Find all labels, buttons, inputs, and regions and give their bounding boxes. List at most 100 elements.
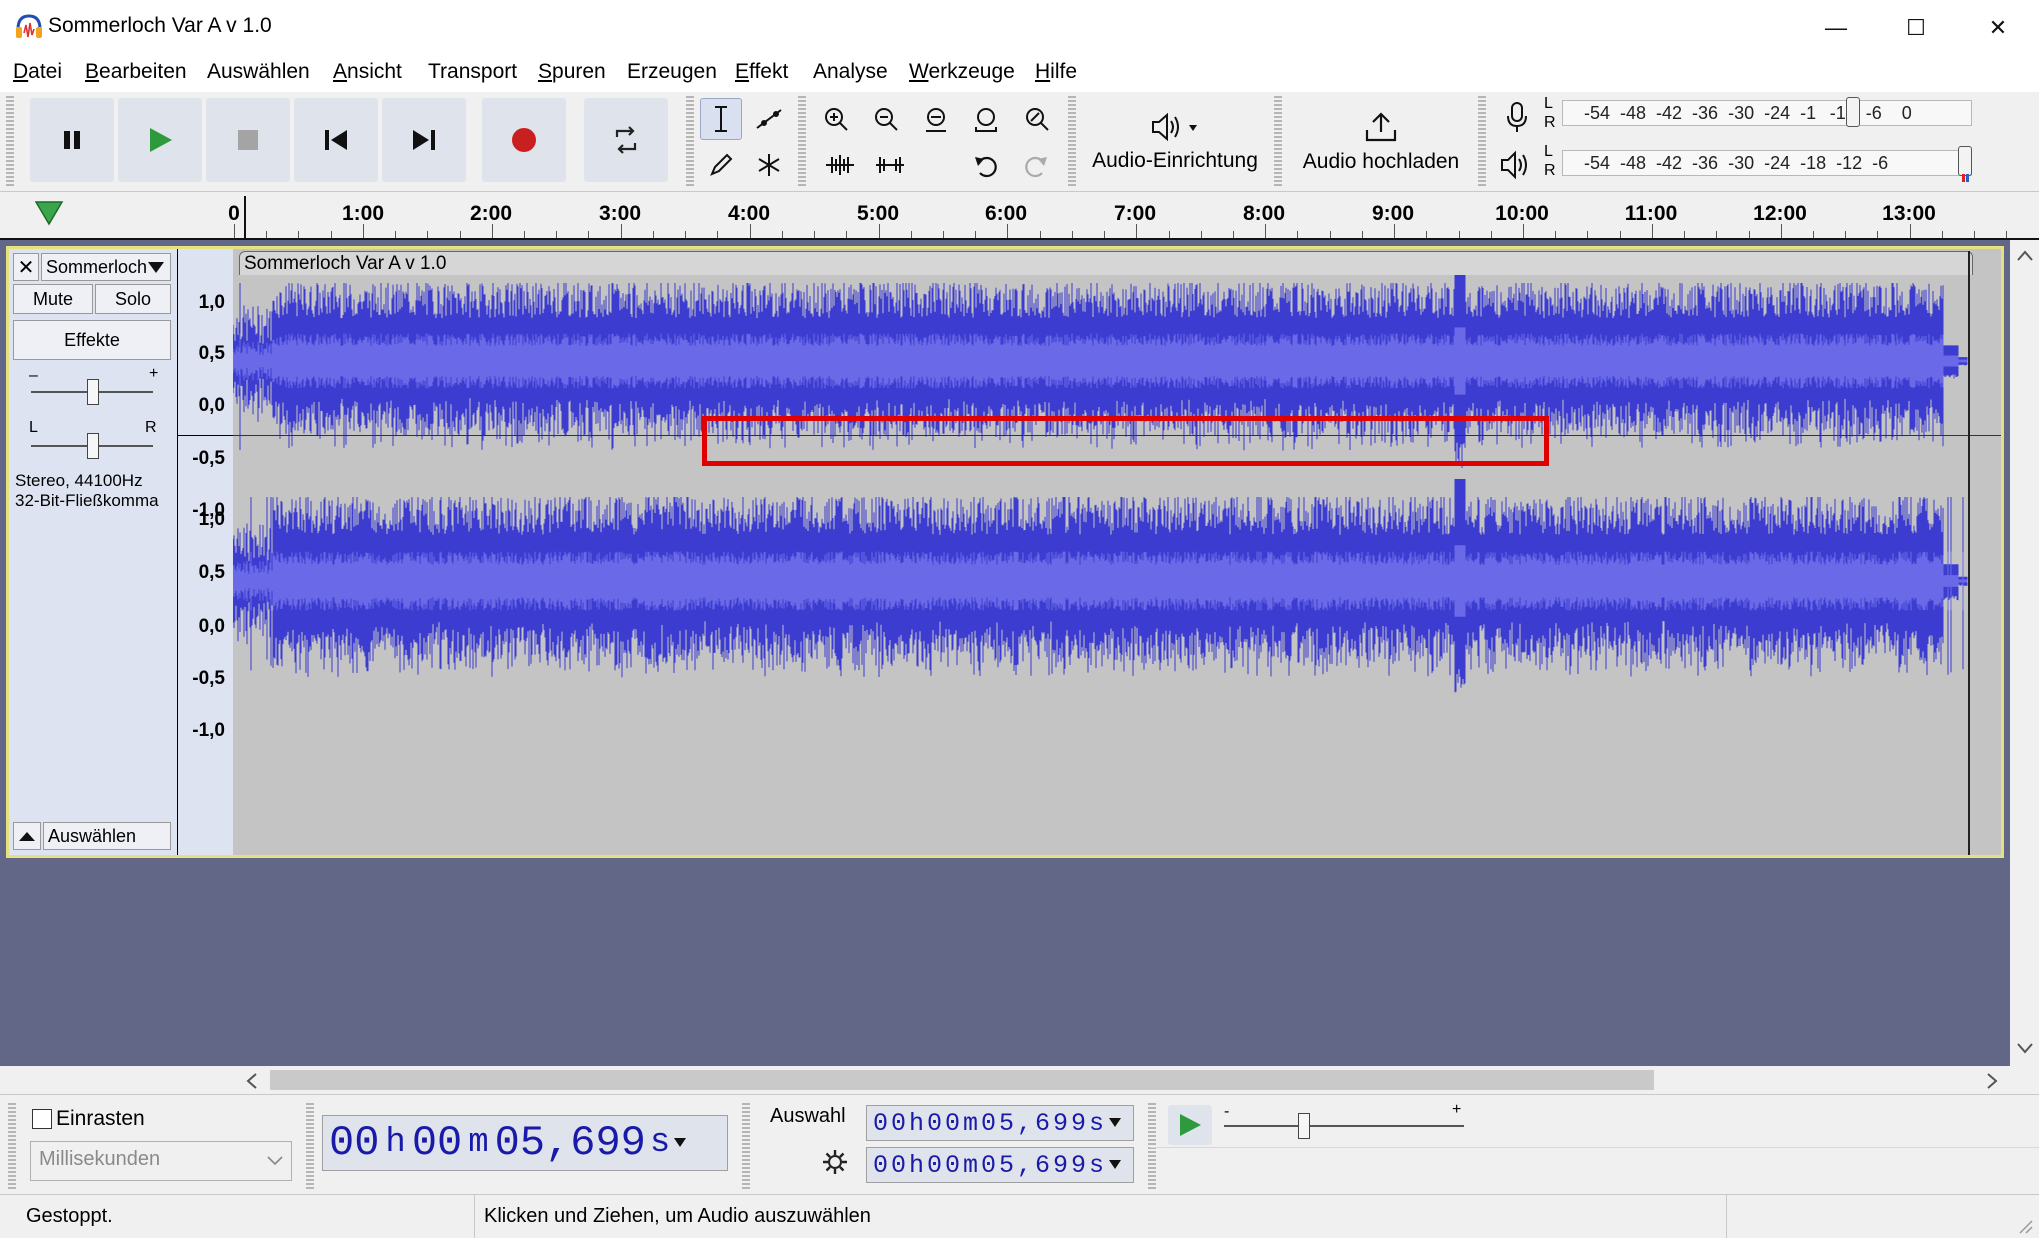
menu-effekt[interactable]: Effekt [735,60,788,84]
gain-slider[interactable] [87,379,99,405]
selection-end[interactable]: 00h00m05,699s [866,1147,1134,1183]
ruler-tick [1941,231,1943,238]
menu-werkzeuge[interactable]: Werkzeuge [909,60,1015,84]
menu-transport[interactable]: Transport [428,60,517,84]
track-area[interactable]: ✕ Sommerloch Mute Solo Effekte – + L R S… [0,240,2010,1066]
toolbar-grip[interactable] [8,1101,16,1189]
toolbar-grip[interactable] [1274,96,1282,186]
vertical-scrollbar[interactable] [2010,240,2039,1066]
playhead-marker [244,196,246,238]
toolbar-grip[interactable] [742,1101,750,1189]
toolbar-grip[interactable] [1068,96,1076,186]
play-at-speed-button[interactable] [1168,1105,1212,1145]
recording-level-slider[interactable] [1846,97,1860,127]
trim-button[interactable] [818,144,862,186]
collapse-track-button[interactable] [13,822,41,850]
record-icon [512,128,536,152]
menu-spuren[interactable]: Spuren [538,60,606,84]
solo-button[interactable]: Solo [95,284,171,314]
toolbar-grip[interactable] [1148,1101,1156,1189]
play-button[interactable] [118,98,202,182]
speed-slider[interactable] [1298,1113,1310,1139]
ruler-tick [588,231,590,238]
scroll-left-icon[interactable] [244,1072,258,1090]
play-icon [150,128,172,152]
effects-button[interactable]: Effekte [13,320,171,360]
toolbar-grip[interactable] [798,96,806,186]
zoom-toggle-button[interactable] [1014,98,1058,140]
speaker-icon[interactable] [1498,148,1532,182]
horizontal-scrollbar[interactable] [0,1066,2039,1094]
scroll-up-icon[interactable] [2016,248,2034,262]
chevron-down-icon [267,1156,283,1166]
select-track-button[interactable]: Auswählen [43,822,171,850]
audio-setup-button[interactable]: Audio-Einrichtung [1082,96,1268,188]
zoom-out-button[interactable] [864,98,908,140]
ruler-tick [749,224,751,238]
amplitude-ruler[interactable]: 1,0 0,5 0,0 -0,5 -1,0 1,0 0,5 0,0 -0,5 -… [177,249,234,855]
close-button[interactable]: ✕ [1958,0,2038,56]
record-button[interactable] [482,98,566,182]
menu-auswaehlen[interactable]: Auswählen [207,60,310,84]
ruler-label: 9:00 [1371,202,1415,225]
pause-button[interactable] [30,98,114,182]
close-track-button[interactable]: ✕ [13,253,39,281]
pan-slider[interactable] [87,433,99,459]
waveform-area[interactable]: Sommerloch Var A v 1.0 [233,249,2001,855]
loop-button[interactable] [584,98,668,182]
ruler-tick [1523,224,1524,238]
scroll-thumb[interactable] [270,1070,1654,1090]
selection-tool-button[interactable] [700,98,742,140]
timeline-ruler[interactable]: 0 1:00 2:00 3:00 4:00 5:00 6:00 7:00 8:0… [0,192,2039,240]
silence-button[interactable] [868,144,912,186]
microphone-icon[interactable] [1500,100,1534,134]
gear-icon[interactable] [820,1147,850,1177]
scroll-down-icon[interactable] [2016,1042,2034,1056]
maximize-button[interactable]: ☐ [1876,0,1956,56]
multi-tool-button[interactable] [748,144,790,186]
zoom-in-button[interactable] [814,98,858,140]
playback-level-slider[interactable] [1958,146,1972,176]
undo-button[interactable] [964,144,1008,186]
track-menu-button[interactable]: Sommerloch [41,253,171,281]
ruler-tick [685,231,687,238]
mute-button[interactable]: Mute [13,284,93,314]
selection-start[interactable]: 00h00m05,699s [866,1105,1134,1141]
menu-ansicht[interactable]: Ansicht [333,60,402,84]
ruler-tick [620,224,622,238]
ruler-label: 5:00 [856,202,900,225]
scroll-right-icon[interactable] [1986,1072,2000,1090]
toolbar-grip[interactable] [1478,96,1486,186]
skip-to-start-button[interactable] [294,98,378,182]
toolbar-grip[interactable] [6,96,14,186]
toolbar-grip[interactable] [686,96,694,186]
ruler-tick [362,224,364,238]
draw-tool-button[interactable] [700,144,742,186]
minimize-button[interactable]: — [1796,0,1876,56]
ruler-tick [1039,231,1041,238]
timeline-options-icon[interactable] [34,200,64,226]
menu-datei[interactable]: Datei [13,60,62,84]
fit-selection-button[interactable] [914,98,958,140]
menu-hilfe[interactable]: Hilfe [1035,60,1077,84]
snap-checkbox[interactable] [32,1109,52,1129]
stop-button[interactable] [206,98,290,182]
clip-title-bar[interactable]: Sommerloch Var A v 1.0 [239,251,1973,275]
highlight-box [702,416,1549,466]
toolbar-grip[interactable] [306,1101,314,1189]
resize-grip-icon[interactable] [2016,1217,2034,1235]
waveform [233,275,1968,693]
snap-unit-select[interactable]: Millisekunden [30,1141,292,1181]
ruler-tick [1200,231,1202,238]
playback-level-red-mark [1962,174,1965,182]
share-audio-button[interactable]: Audio hochladen [1290,96,1472,188]
menu-erzeugen[interactable]: Erzeugen [627,60,717,84]
menu-bearbeiten[interactable]: Bearbeiten [85,60,187,84]
selection-label: Auswahl [770,1105,846,1127]
envelope-tool-button[interactable] [748,98,790,140]
fit-project-button[interactable] [964,98,1008,140]
menu-analyse[interactable]: Analyse [813,60,888,84]
redo-button[interactable] [1014,144,1058,186]
time-display[interactable]: 00 h 00 m 05,699 s [322,1115,728,1171]
skip-to-end-button[interactable] [382,98,466,182]
